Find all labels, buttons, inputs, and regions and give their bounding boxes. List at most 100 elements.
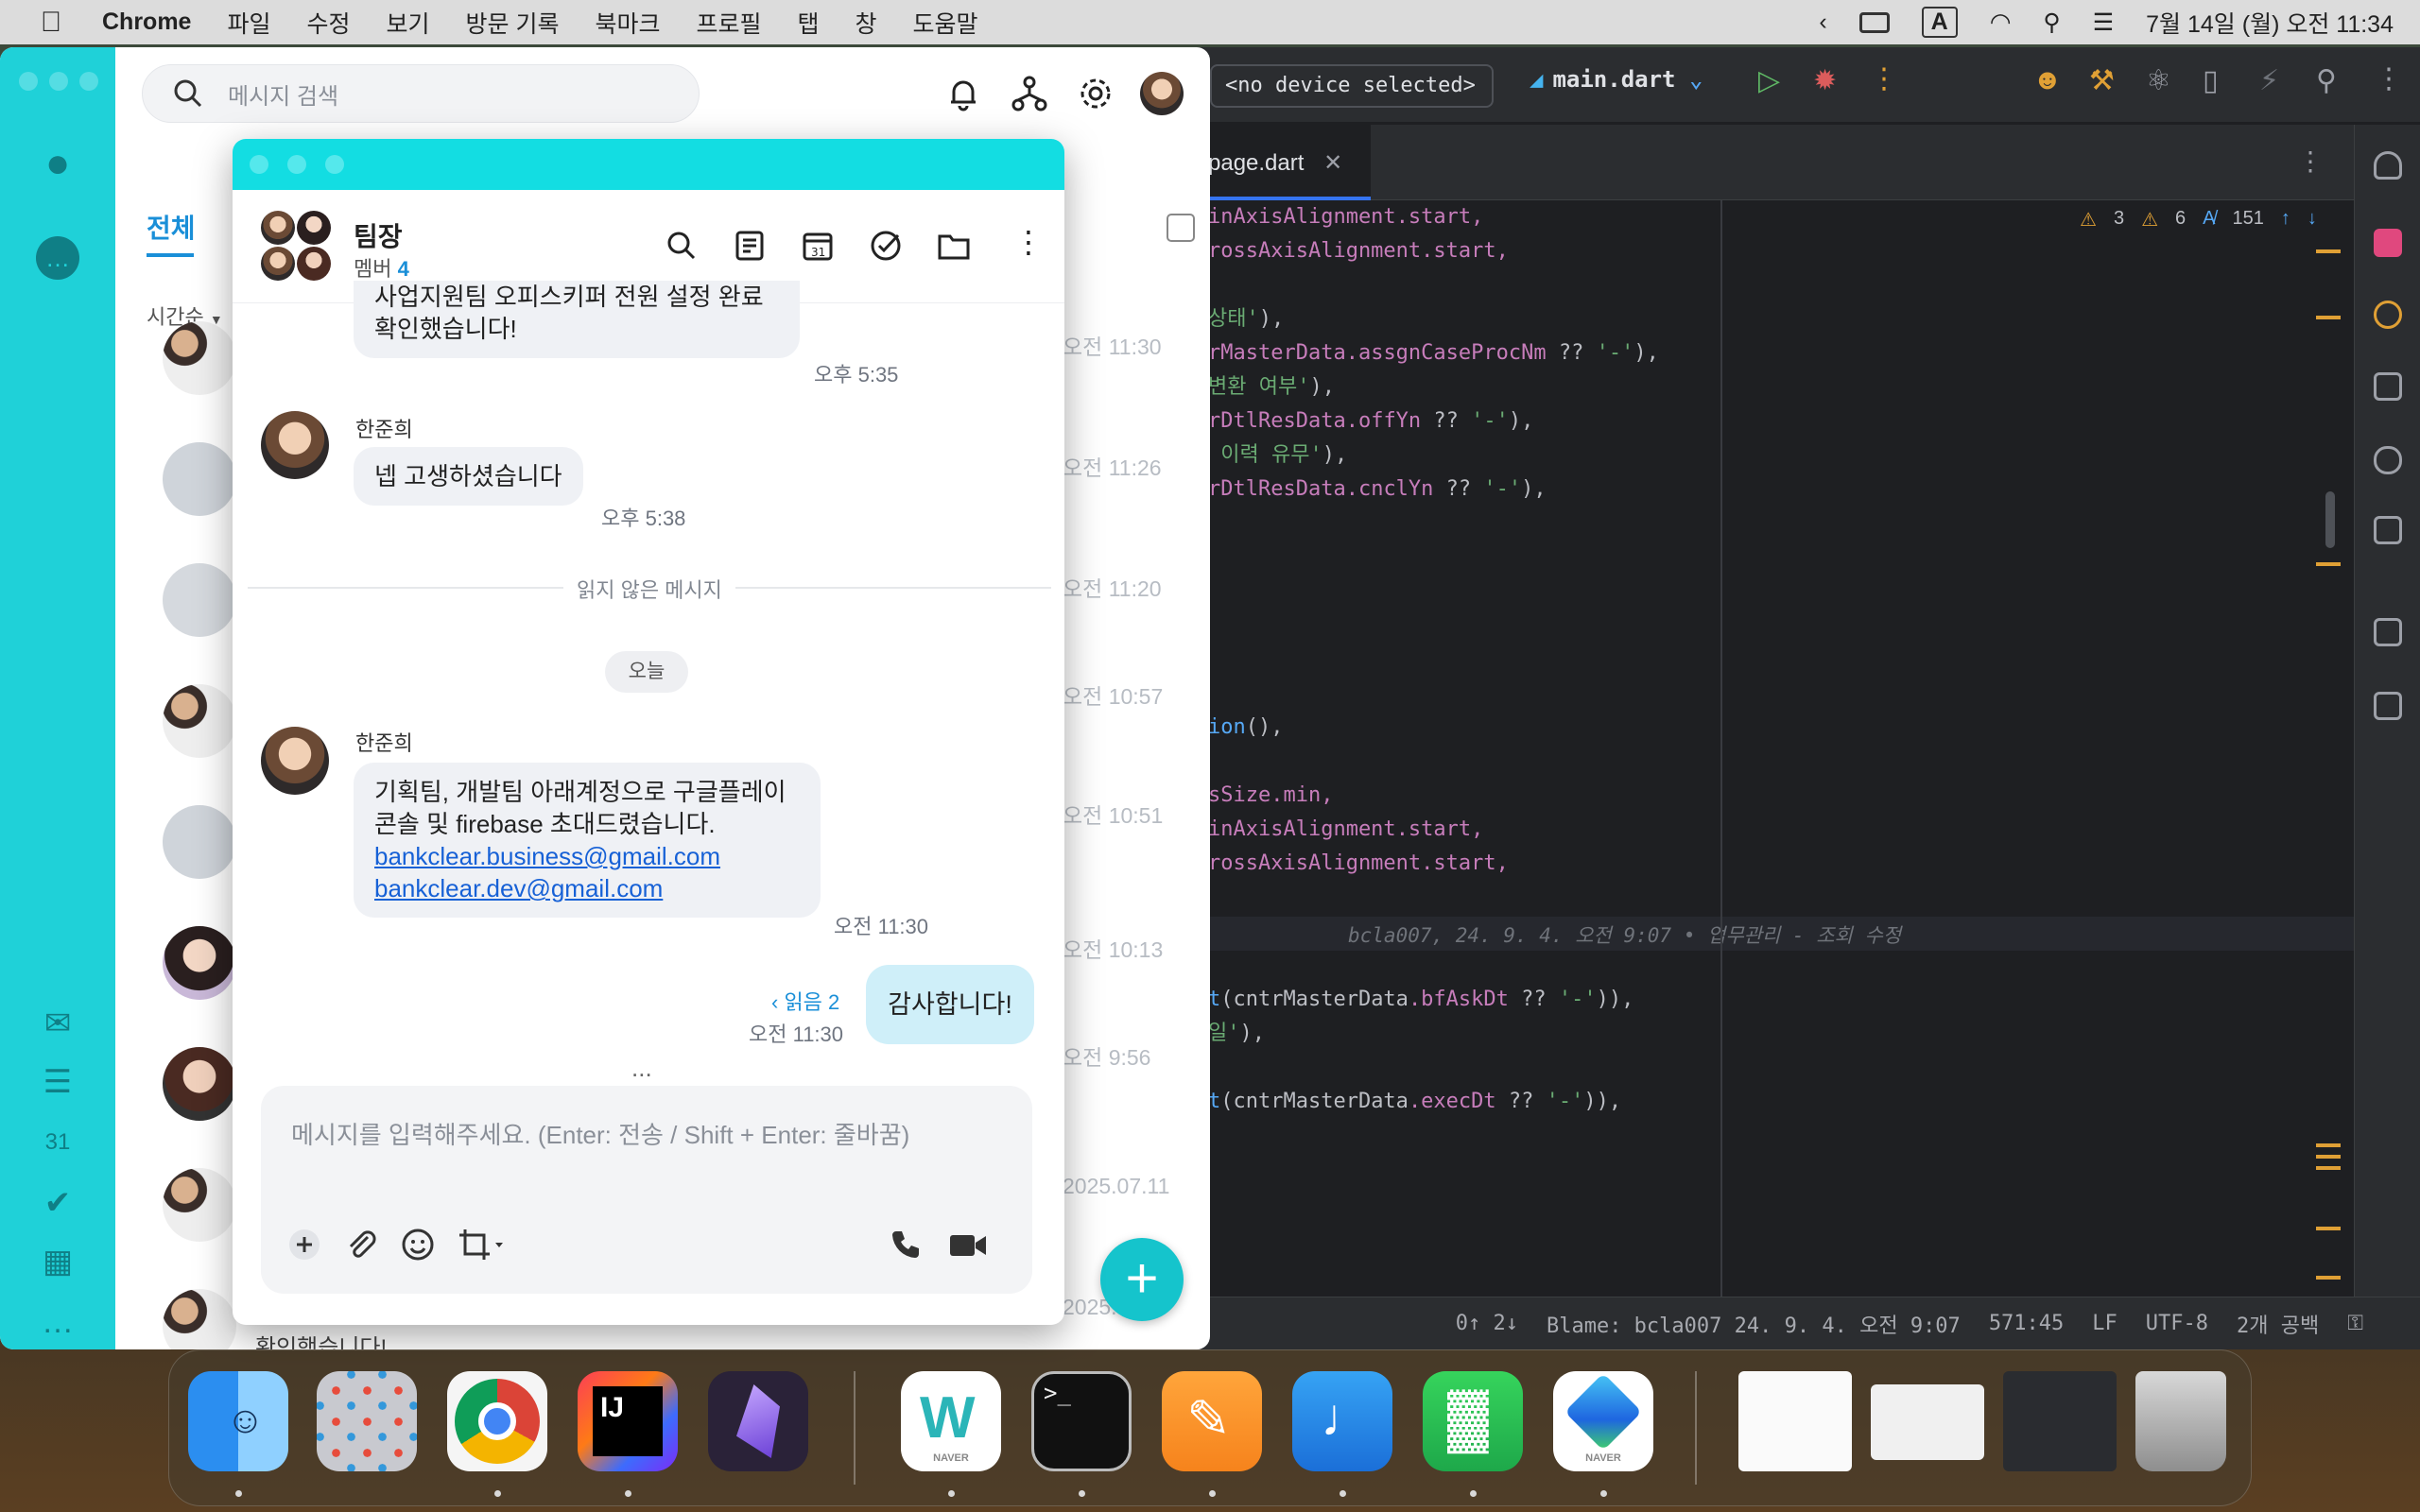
debug-icon[interactable]: ✹ (1813, 64, 1837, 97)
menu-history[interactable]: 방문 기록 (466, 6, 560, 40)
menu-edit[interactable]: 수정 (306, 6, 350, 40)
line-separator[interactable]: LF (2092, 1312, 2118, 1335)
users-icon[interactable]: ☻ (2032, 64, 2063, 96)
dock-app-terminal[interactable]: >_ (1031, 1371, 1132, 1471)
user-avatar[interactable] (1140, 72, 1184, 115)
wifi-icon[interactable]: ◠ (1990, 8, 2012, 37)
dock-app-chrome[interactable] (447, 1371, 547, 1471)
device-manager-icon[interactable] (2374, 372, 2402, 401)
editor-tab-page-dart[interactable]: page.dart ✕ (1182, 125, 1371, 200)
code-line[interactable]: inAxisAlignment.start, (1208, 200, 1483, 234)
window-zoom-button[interactable] (79, 72, 98, 91)
dock-app-finder[interactable]: ☺ (188, 1371, 288, 1471)
menu-file[interactable]: 파일 (227, 6, 270, 40)
database-icon[interactable] (2374, 301, 2402, 329)
menu-app-name[interactable]: Chrome (102, 9, 191, 36)
code-line[interactable]: rMasterData.assgnCaseProcNm ?? '-'), (1208, 336, 1659, 370)
dock-window-thumbnail[interactable] (2003, 1371, 2117, 1471)
notes-icon[interactable] (732, 228, 768, 264)
menu-bookmarks[interactable]: 북마크 (595, 6, 660, 40)
search-icon[interactable] (664, 228, 700, 264)
member-count[interactable]: 멤버 4 (354, 252, 409, 283)
code-line[interactable]: inAxisAlignment.start, (1208, 813, 1483, 847)
more-vertical-icon[interactable]: ⋮ (2297, 146, 2324, 177)
window-minimize-button[interactable] (287, 155, 306, 174)
email-link[interactable]: bankclear.business@gmail.com (374, 840, 800, 872)
more-vertical-icon[interactable]: ⋮ (1870, 62, 1898, 95)
chat-avatar[interactable] (163, 442, 236, 516)
code-line[interactable]: sSize.min, (1208, 779, 1333, 813)
layout-inspector-icon[interactable] (2374, 618, 2402, 646)
menu-window[interactable]: 창 (856, 6, 877, 40)
code-editor[interactable]: inAxisAlignment.start, rossAxisAlignment.… (1182, 200, 2354, 1297)
bolt-icon[interactable]: ⚡ (2259, 64, 2279, 97)
dock-app-naver-works[interactable]: W NAVER (901, 1371, 1001, 1471)
window-minimize-button[interactable] (49, 72, 68, 91)
file-encoding[interactable]: UTF-8 (2146, 1312, 2208, 1335)
screenshot-crop-icon[interactable] (456, 1226, 509, 1263)
window-close-button[interactable] (19, 72, 38, 91)
menu-view[interactable]: 보기 (387, 6, 430, 40)
code-line[interactable]: rossAxisAlignment.start, (1208, 234, 1509, 268)
code-line[interactable]: rossAxisAlignment.start, (1208, 847, 1509, 881)
sender-avatar[interactable] (261, 411, 329, 479)
device-explorer-icon[interactable] (2374, 692, 2402, 720)
device-selector[interactable]: <no device selected> (1210, 64, 1494, 108)
indent-setting[interactable]: 2개 공백 (2237, 1309, 2319, 1339)
chat-avatar-group[interactable] (163, 684, 236, 758)
dock-window-thumbnail[interactable] (1738, 1371, 1852, 1471)
chat-avatar[interactable] (163, 1047, 236, 1121)
apple-menu-icon[interactable]:  (23, 7, 79, 39)
chat-avatar[interactable] (163, 805, 236, 879)
email-link[interactable]: bankclear.dev@gmail.com (374, 872, 800, 904)
code-line[interactable]: rDtlResData.offYn ?? '-'), (1208, 404, 1533, 438)
sender-avatar[interactable] (261, 727, 329, 795)
mail-icon[interactable]: ✉ (36, 1002, 79, 1045)
panel-toggle-icon[interactable] (1167, 214, 1195, 242)
input-source-icon[interactable]: A (1921, 7, 1958, 38)
org-chart-icon[interactable] (1010, 74, 1049, 113)
chat-icon[interactable]: … (36, 236, 79, 280)
read-count[interactable]: ‹ 읽음 2 (771, 986, 839, 1016)
dock-app-pages[interactable]: ✎ (1162, 1371, 1262, 1471)
caret-position[interactable]: 571:45 (1989, 1312, 2064, 1335)
chat-avatar[interactable] (163, 926, 236, 1000)
dock-app-naver-whale[interactable]: NAVER (1553, 1371, 1653, 1471)
code-line[interactable]: 상태'), (1208, 302, 1284, 336)
notifications-icon[interactable] (2374, 151, 2402, 180)
dock-app-obsidian[interactable] (708, 1371, 808, 1471)
chat-avatar-group[interactable] (163, 321, 236, 395)
dock-app-keynote[interactable]: ♩ (1292, 1371, 1392, 1471)
chat-avatar-group[interactable] (163, 1289, 236, 1349)
code-line[interactable]: rDtlResData.cnclYn ?? '-'), (1208, 472, 1547, 507)
search-input[interactable]: 메시지 검색 (142, 64, 700, 123)
tools-icon[interactable]: ⚒ (2089, 64, 2115, 97)
device-mirror-icon[interactable]: ▯ (2203, 64, 2219, 97)
dock-app-numbers[interactable]: ▓ (1423, 1371, 1523, 1471)
run-config-selector[interactable]: ◢ main.dart ⌄ (1530, 66, 1703, 93)
emoji-icon[interactable] (399, 1226, 437, 1263)
dock-app-launchpad[interactable] (317, 1371, 417, 1471)
message-composer[interactable]: 메시지를 입력해주세요. (Enter: 전송 / Shift + Enter:… (261, 1086, 1032, 1294)
dock-trash[interactable] (2135, 1371, 2226, 1471)
plus-circle-icon[interactable] (285, 1226, 323, 1263)
code-line[interactable]: 변환 여부'), (1208, 370, 1335, 404)
chat-avatar-group[interactable] (163, 1168, 236, 1242)
phone-icon[interactable] (887, 1226, 925, 1263)
blame-status[interactable]: Blame: bcla007 24. 9. 4. 오전 9:07 (1547, 1309, 1961, 1339)
gear-icon[interactable] (1076, 74, 1115, 113)
ai-assistant-icon[interactable] (2374, 229, 2402, 257)
todo-icon[interactable]: ✔ (36, 1181, 79, 1225)
contacts-icon[interactable]: ● (36, 140, 79, 186)
menubar-clock[interactable]: 7월 14일 (월) 오전 11:34 (2146, 6, 2394, 40)
more-icon[interactable]: … (36, 1300, 79, 1344)
dock-window-thumbnail[interactable] (1871, 1384, 1984, 1460)
board-icon[interactable]: ▦ (36, 1240, 79, 1283)
window-zoom-button[interactable] (325, 155, 344, 174)
folder-icon[interactable] (936, 228, 972, 264)
chat-avatar-default[interactable] (163, 563, 236, 637)
link-icon[interactable] (2374, 446, 2402, 474)
vcs-status[interactable]: 0↑ 2↓ (1456, 1312, 1518, 1335)
control-center-icon[interactable]: ☰ (2093, 9, 2114, 37)
editor-scrollbar[interactable] (2325, 491, 2335, 548)
